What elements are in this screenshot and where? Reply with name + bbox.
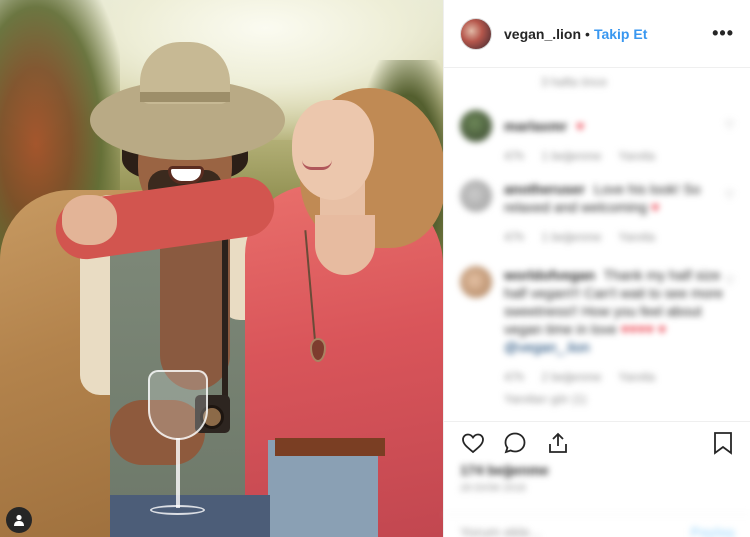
wine-glass-stem [176, 438, 180, 508]
more-options-icon[interactable]: ••• [712, 23, 734, 44]
header-separator: • [585, 25, 590, 42]
post-comment-button[interactable]: Paylaş [691, 524, 735, 537]
mention-link[interactable]: @vegan_.lion [504, 339, 590, 355]
hat-band [140, 92, 230, 102]
comment-like-icon[interactable]: ♡ [724, 188, 735, 202]
comment-avatar[interactable] [460, 180, 492, 212]
avatar[interactable] [460, 17, 492, 50]
comment-likes[interactable]: 2 beğenme [541, 370, 601, 384]
wine-glass [148, 370, 208, 440]
woman-face [292, 100, 374, 200]
heart-emoji: ♥ [651, 199, 660, 215]
comment-time[interactable]: 47h [504, 149, 524, 163]
comment-like-icon[interactable]: ♡ [724, 118, 735, 132]
comment-item: worldofvegan Thank my half size half veg… [460, 266, 735, 406]
woman-hand [62, 195, 117, 245]
woman-chest [315, 215, 375, 275]
heart-emoji: ♥ [575, 118, 585, 134]
comment-item: marlaxmr ♥ 47h 1 beğenme Yanıtla ♡ [460, 110, 735, 163]
reply-button[interactable]: Yanıtla [619, 370, 655, 384]
add-comment-input[interactable]: Yorum ekle... [460, 524, 541, 537]
comment-avatar[interactable] [460, 110, 492, 142]
comment-like-icon[interactable]: ♡ [724, 274, 735, 288]
comment-likes[interactable]: 1 beğenme [541, 149, 601, 163]
username-link[interactable]: vegan_.lion [504, 26, 581, 42]
post-side-panel: vegan_.lion • Takip Et ••• 3 hafta önce … [443, 0, 750, 537]
follow-button[interactable]: Takip Et [594, 26, 647, 42]
comment-time[interactable]: 47h [504, 370, 524, 384]
comment-meta: 47h 1 beğenme Yanıtla [504, 149, 735, 163]
likes-count[interactable]: 174 beğenme [460, 462, 549, 478]
comment-meta: 47h 1 beğenme Yanıtla [504, 230, 735, 244]
comments-list[interactable]: 3 hafta önce marlaxmr ♥ 47h 1 beğenme Ya… [444, 68, 750, 421]
comment-meta: 47h 2 beğenme Yanıtla [504, 370, 735, 384]
post-photo[interactable] [0, 0, 443, 537]
comment-username[interactable]: marlaxmr [504, 118, 567, 134]
post-date: 28 EKİM 2018 [460, 483, 526, 494]
add-comment-area[interactable]: Yorum ekle... Paylaş [444, 514, 750, 537]
woman-belt [275, 438, 385, 456]
man-jeans [110, 495, 270, 537]
reply-button[interactable]: Yanıtla [619, 230, 655, 244]
comment-time[interactable]: 47h [504, 230, 524, 244]
camera-strap [222, 230, 228, 400]
comment-icon[interactable] [502, 430, 528, 456]
man-smile [168, 166, 204, 184]
heart-emoji: ♥ [657, 321, 667, 337]
user-tag-button[interactable] [6, 507, 32, 533]
bookmark-icon[interactable] [711, 430, 735, 456]
share-icon[interactable] [545, 430, 571, 456]
view-replies-label[interactable]: Yanıtları gör (1) [504, 392, 586, 406]
user-tag-icon [14, 514, 24, 526]
post-actions [444, 421, 750, 461]
comment-meta: 3 hafta önce [541, 75, 608, 89]
comment-username[interactable]: anotheruser [504, 181, 585, 197]
view-replies[interactable]: Yanıtları gör (1) [504, 392, 735, 406]
comment-item: anotheruser Love his look! So relaxed an… [460, 180, 735, 244]
comment-likes[interactable]: 1 beğenme [541, 230, 601, 244]
comment-username[interactable]: worldofvegan [504, 267, 595, 283]
heart-emojis: ♥♥♥♥ [620, 321, 654, 337]
comment-avatar[interactable] [460, 266, 492, 298]
reply-button[interactable]: Yanıtla [619, 149, 655, 163]
post-header: vegan_.lion • Takip Et ••• [444, 0, 750, 68]
wine-glass-foot [150, 505, 205, 515]
heart-icon[interactable] [460, 430, 486, 456]
